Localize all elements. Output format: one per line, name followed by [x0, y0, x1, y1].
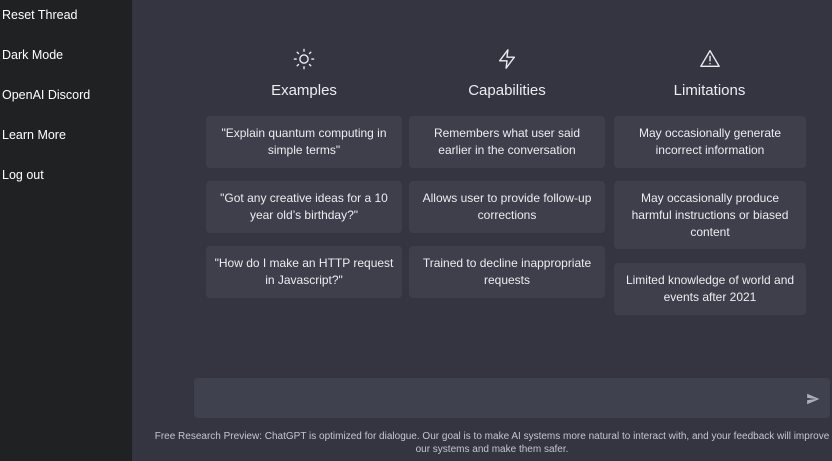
capabilities-column: Capabilities — [409, 48, 605, 102]
examples-title: Examples — [271, 82, 337, 99]
limitation-card-2: May occasionally produce harmful instruc… — [614, 181, 806, 249]
sidebar-item-learn-more[interactable]: Learn More — [2, 128, 66, 142]
limitations-title: Limitations — [673, 82, 746, 99]
capabilities-title: Capabilities — [468, 82, 546, 99]
capability-card-1: Remembers what user said earlier in the … — [409, 116, 605, 168]
capability-card-3: Trained to decline inappropriate request… — [409, 246, 605, 298]
limitation-card-3: Limited knowledge of world and events af… — [614, 263, 806, 315]
example-card-2[interactable]: "Got any creative ideas for a 10 year ol… — [206, 181, 402, 233]
sun-icon — [206, 48, 402, 70]
examples-column: Examples — [206, 48, 402, 102]
footer-disclaimer: Free Research Preview: ChatGPT is optimi… — [154, 431, 830, 455]
example-card-1[interactable]: "Explain quantum computing in simple ter… — [206, 116, 402, 168]
send-icon[interactable] — [806, 392, 820, 406]
sidebar-item-log-out[interactable]: Log out — [2, 168, 44, 182]
limitation-card-1: May occasionally generate incorrect info… — [614, 116, 806, 168]
lightning-icon — [409, 48, 605, 70]
message-input[interactable] — [194, 378, 830, 418]
capability-card-2: Allows user to provide follow-up correct… — [409, 181, 605, 233]
warning-icon — [613, 48, 806, 70]
sidebar-item-reset-thread[interactable]: Reset Thread — [2, 8, 78, 22]
sidebar: Reset Thread Dark Mode OpenAI Discord Le… — [0, 0, 132, 461]
example-card-3[interactable]: "How do I make an HTTP request in Javasc… — [206, 246, 402, 298]
main-panel: Examples "Explain quantum computing in s… — [132, 0, 832, 461]
sidebar-item-openai-discord[interactable]: OpenAI Discord — [2, 88, 90, 102]
limitations-column: Limitations — [613, 48, 806, 102]
sidebar-item-dark-mode[interactable]: Dark Mode — [2, 48, 63, 62]
app-window: Reset Thread Dark Mode OpenAI Discord Le… — [0, 0, 832, 461]
